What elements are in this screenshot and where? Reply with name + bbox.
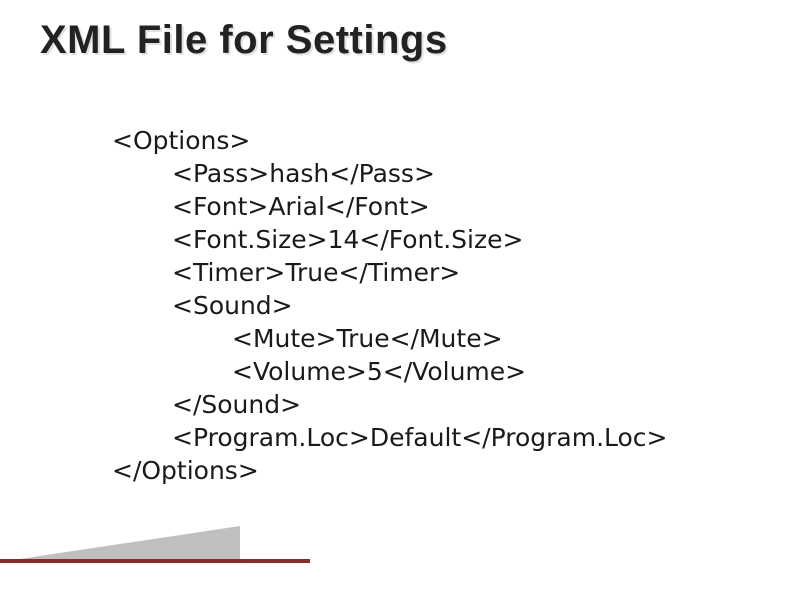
xml-mute-value: True [337,324,390,353]
xml-fontsize-value: 14 [328,225,360,254]
xml-font-value: Arial [268,192,325,221]
xml-sound-close: </Sound> [112,388,301,421]
xml-mute-line: <Mute>True</Mute> [112,322,503,355]
xml-programloc-value: Default [370,423,461,452]
slide: XML File for Settings <Options> <Pass>ha… [0,0,800,600]
xml-mute-close: </Mute> [390,324,503,353]
xml-options-open: <Options> [112,126,250,155]
xml-code-block: <Options> <Pass>hash</Pass> <Font>Arial<… [112,91,760,487]
xml-pass-open: <Pass> [172,159,269,188]
xml-options-close: </Options> [112,456,259,485]
xml-pass-value: hash [269,159,329,188]
xml-font-close: </Font> [325,192,430,221]
xml-volume-open: <Volume> [232,357,367,386]
xml-fontsize-close: </Font.Size> [359,225,523,254]
xml-fontsize-line: <Font.Size>14</Font.Size> [112,223,523,256]
xml-timer-line: <Timer>True</Timer> [112,256,460,289]
xml-fontsize-open: <Font.Size> [172,225,328,254]
xml-programloc-open: <Program.Loc> [172,423,370,452]
xml-pass-close: </Pass> [329,159,435,188]
xml-timer-close: </Timer> [338,258,460,287]
xml-volume-close: </Volume> [383,357,526,386]
xml-mute-open: <Mute> [232,324,337,353]
xml-programloc-close: </Program.Loc> [461,423,667,452]
xml-timer-value: True [285,258,338,287]
page-title: XML File for Settings [40,18,760,63]
xml-font-open: <Font> [172,192,268,221]
xml-volume-line: <Volume>5</Volume> [112,355,526,388]
xml-sound-open: <Sound> [112,289,293,322]
slide-accent-triangle [0,526,240,562]
xml-volume-value: 5 [367,357,383,386]
xml-font-line: <Font>Arial</Font> [112,190,430,223]
xml-pass-line: <Pass>hash</Pass> [112,157,435,190]
xml-programloc-line: <Program.Loc>Default</Program.Loc> [112,421,668,454]
xml-timer-open: <Timer> [172,258,285,287]
